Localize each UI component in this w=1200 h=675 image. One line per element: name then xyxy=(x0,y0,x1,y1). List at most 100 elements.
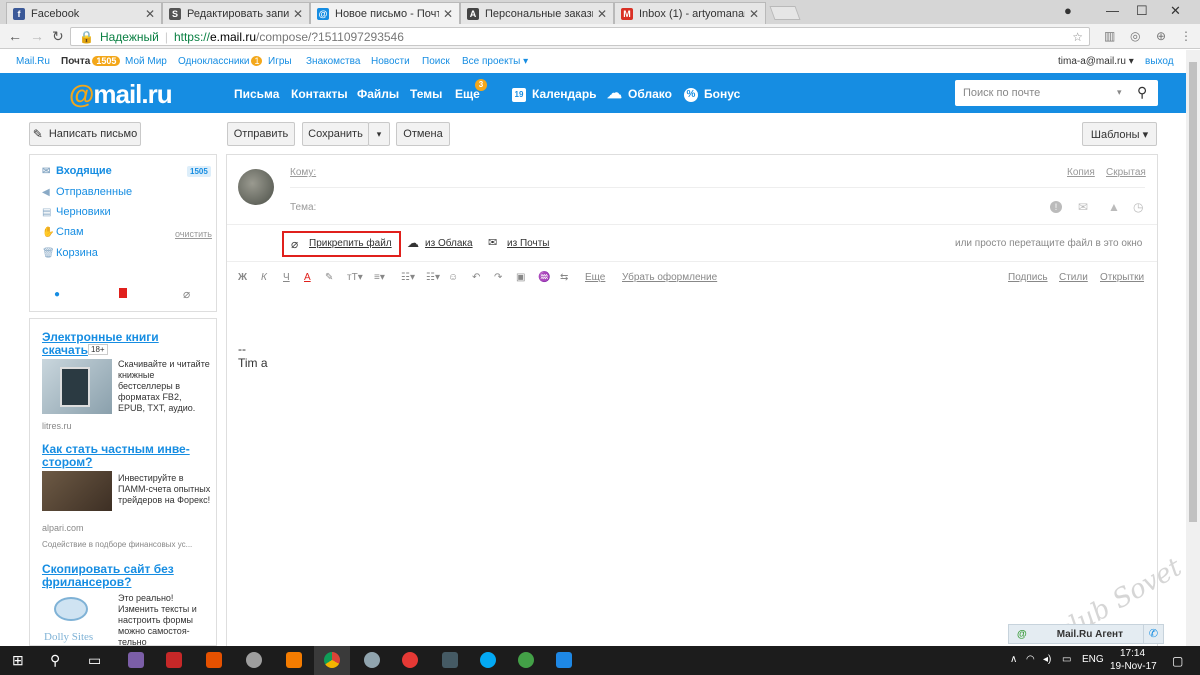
dropdown-icon[interactable]: ▾ xyxy=(1117,87,1122,98)
close-icon[interactable]: ✕ xyxy=(145,7,155,21)
network-icon[interactable]: ◠ xyxy=(1026,654,1035,665)
scrollbar-thumb[interactable] xyxy=(1189,62,1197,522)
task-view-icon[interactable]: ▭ xyxy=(88,652,101,669)
clock-time[interactable]: 17:14 xyxy=(1120,648,1145,659)
nav-letters[interactable]: Письма xyxy=(234,87,279,101)
clear-format-link[interactable]: Убрать оформление xyxy=(622,272,717,283)
logout-link[interactable]: выход xyxy=(1145,56,1174,67)
nav-cloud[interactable]: Облако xyxy=(628,87,672,101)
subject-field[interactable] xyxy=(322,199,1042,215)
ad-image[interactable]: Dolly Sites xyxy=(42,595,112,645)
page-scrollbar[interactable] xyxy=(1186,50,1200,646)
reload-icon[interactable]: ↻ xyxy=(52,28,64,45)
nav-files[interactable]: Файлы xyxy=(357,87,399,101)
close-icon[interactable]: ✕ xyxy=(293,7,303,21)
compose-button[interactable]: ✎ Написать письмо xyxy=(29,122,141,146)
ad-image[interactable] xyxy=(42,471,112,511)
nav-mailru[interactable]: Mail.Ru xyxy=(16,56,50,67)
battery-icon[interactable]: ▭ xyxy=(1062,654,1071,665)
extension-icon[interactable]: ◎ xyxy=(1130,29,1140,43)
phone-icon[interactable]: ✆ xyxy=(1143,624,1164,644)
folder-spam[interactable]: ✋ Спам xyxy=(42,226,84,238)
star-icon[interactable]: ☆ xyxy=(1072,30,1083,44)
agent-bar[interactable]: @ Mail.Ru Агент xyxy=(1008,624,1164,644)
app-icon[interactable] xyxy=(556,652,572,668)
save-dropdown-button[interactable]: ▾ xyxy=(368,122,390,146)
tray-arrows-icon[interactable]: ∧ xyxy=(1010,654,1017,665)
app-icon[interactable] xyxy=(442,652,458,668)
close-window-icon[interactable]: ✕ xyxy=(1170,3,1181,19)
extension-icon[interactable]: ▥ xyxy=(1104,29,1115,43)
mailru-logo[interactable]: @mail.ru xyxy=(69,79,173,110)
close-icon[interactable]: ✕ xyxy=(749,7,759,21)
underline-button[interactable]: Ч xyxy=(283,272,290,283)
user-menu[interactable]: tima-a@mail.ru ▾ xyxy=(1058,56,1134,67)
windows-start-icon[interactable]: ⊞ xyxy=(12,652,24,669)
folder-drafts[interactable]: ▤ Черновики xyxy=(42,206,111,218)
language-indicator[interactable]: ENG xyxy=(1082,654,1104,665)
text-color-button[interactable]: A xyxy=(304,272,311,283)
nav-games[interactable]: Игры xyxy=(268,56,292,67)
pdf-icon[interactable] xyxy=(166,652,182,668)
nav-themes[interactable]: Темы xyxy=(410,87,442,101)
folder-sent[interactable]: ◀ Отправленные xyxy=(42,186,132,198)
bold-button[interactable]: Ж xyxy=(238,272,247,283)
app-icon[interactable] xyxy=(206,652,222,668)
send-button[interactable]: Отправить xyxy=(227,122,295,146)
unread-filter-icon[interactable]: ● xyxy=(54,289,60,300)
attachment-filter-icon[interactable]: ⌀ xyxy=(183,287,190,301)
folder-trash[interactable]: 🗑 Корзина xyxy=(42,247,98,259)
ad-image[interactable] xyxy=(42,359,112,414)
font-size-button[interactable]: тТ▾ xyxy=(347,272,363,283)
opera-icon[interactable] xyxy=(402,652,418,668)
app-icon[interactable] xyxy=(286,652,302,668)
nav-contacts[interactable]: Контакты xyxy=(291,87,348,101)
cards-link[interactable]: Открытки xyxy=(1100,272,1144,283)
skype-icon[interactable] xyxy=(480,652,496,668)
importance-icon[interactable]: ! xyxy=(1050,201,1062,213)
envelope-icon[interactable]: ✉ xyxy=(1078,200,1088,214)
list-button[interactable]: ☷▾ xyxy=(401,272,415,283)
clock-icon[interactable]: ◷ xyxy=(1133,200,1143,214)
highlight-button[interactable]: ✎ xyxy=(325,272,333,283)
cc-link[interactable]: Копия xyxy=(1067,167,1095,178)
back-icon[interactable]: ← xyxy=(8,28,22,44)
chrome-icon[interactable] xyxy=(324,652,340,668)
from-cloud-link[interactable]: из Облака xyxy=(425,238,473,249)
volume-icon[interactable]: ◂) xyxy=(1043,654,1051,665)
tab-facebook[interactable]: f Facebook ✕ xyxy=(6,2,162,24)
tab-edit-post[interactable]: S Редактировать запись ‹ ✕ xyxy=(162,2,310,24)
align-button[interactable]: ≡▾ xyxy=(374,272,385,283)
to-label[interactable]: Кому: xyxy=(290,167,316,178)
nav-calendar[interactable]: Календарь xyxy=(532,87,597,101)
cancel-button[interactable]: Отмена xyxy=(396,122,450,146)
ad-source[interactable]: litres.ru xyxy=(42,421,72,431)
redo-button[interactable]: ↷ xyxy=(494,272,502,283)
profile-icon[interactable]: ● xyxy=(1064,3,1072,18)
menu-icon[interactable]: ⋮ xyxy=(1180,29,1192,43)
styles-link[interactable]: Стили xyxy=(1059,272,1088,283)
app-icon[interactable] xyxy=(128,652,144,668)
folder-inbox[interactable]: ✉ Входящие xyxy=(42,165,112,177)
from-mail-link[interactable]: из Почты xyxy=(507,238,549,249)
nav-all-projects[interactable]: Все проекты ▾ xyxy=(462,56,528,67)
new-tab-button[interactable] xyxy=(769,6,801,20)
tab-orders[interactable]: A Персональные заказы / ✕ xyxy=(460,2,614,24)
tab-gmail[interactable]: M Inbox (1) - artyomanano ✕ xyxy=(614,2,766,24)
forward-icon[interactable]: → xyxy=(30,28,44,44)
app-icon[interactable] xyxy=(246,652,262,668)
more-format-button[interactable]: Еще xyxy=(585,272,605,283)
undo-button[interactable]: ↶ xyxy=(472,272,480,283)
nav-mail[interactable]: Почта 1505 xyxy=(61,56,121,67)
ad-source[interactable]: alpari.com xyxy=(42,523,84,533)
signature-button[interactable]: ♒ xyxy=(538,272,550,283)
bcc-link[interactable]: Скрытая xyxy=(1106,167,1146,178)
close-icon[interactable]: ✕ xyxy=(597,7,607,21)
minimize-icon[interactable]: — xyxy=(1106,3,1119,18)
torrent-icon[interactable] xyxy=(518,652,534,668)
nav-dating[interactable]: Знакомства xyxy=(306,56,360,67)
italic-button[interactable]: К xyxy=(261,272,267,283)
search-icon[interactable]: ⚲ xyxy=(1137,84,1147,101)
close-icon[interactable]: ✕ xyxy=(443,7,453,21)
mail-search-input[interactable]: Поиск по почте ▾ ⚲ xyxy=(955,80,1158,106)
